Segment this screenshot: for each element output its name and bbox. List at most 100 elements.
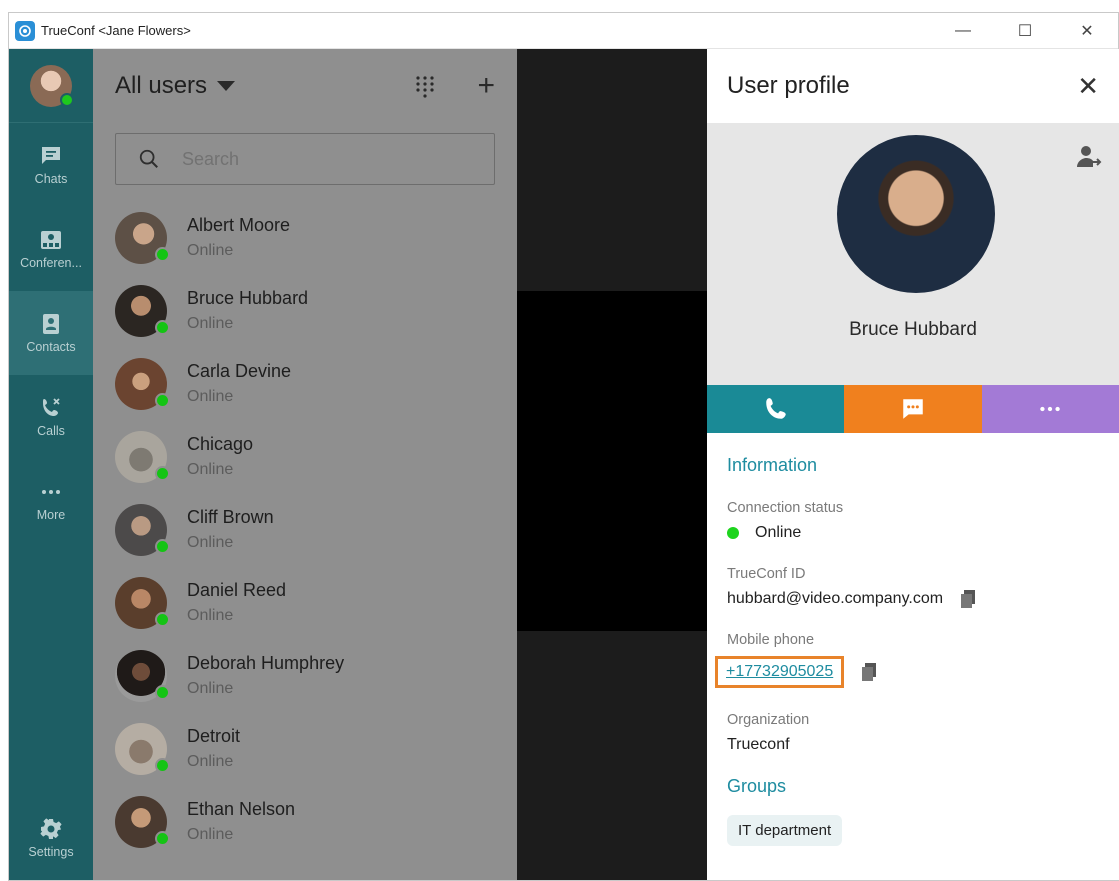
message-icon: [903, 399, 923, 419]
avatar: [115, 649, 170, 702]
search-icon: [139, 149, 158, 168]
online-status-dot: [155, 319, 170, 335]
avatar: [115, 284, 170, 337]
avatar: [115, 722, 170, 775]
contact-name: Deborah Humphrey: [187, 653, 345, 673]
avatar: [115, 576, 170, 629]
online-status-dot: [155, 392, 170, 408]
online-status-dot: [727, 527, 739, 539]
contact-status: Online: [187, 753, 234, 770]
nav-conferences[interactable]: Conferen...: [9, 207, 93, 291]
avatar: [115, 503, 170, 556]
nav-contacts[interactable]: Contacts: [9, 291, 93, 375]
mobile-phone-highlight: +17732905025: [715, 656, 845, 688]
online-status-dot: [155, 684, 170, 700]
avatar: [115, 211, 170, 264]
contact-row-bruce-hubbard[interactable]: Bruce Hubbard Online: [93, 274, 517, 347]
online-status-dot: [155, 538, 170, 554]
search-input[interactable]: [182, 148, 442, 170]
my-avatar[interactable]: [9, 49, 93, 123]
users-filter-dropdown[interactable]: All users: [115, 72, 207, 100]
contact-status: Online: [187, 680, 234, 697]
nav-chats-label: Chats: [34, 172, 68, 186]
contacts-icon: [43, 314, 59, 334]
nav-conferences-label: Conferen...: [20, 256, 82, 270]
mobile-phone-link[interactable]: +17732905025: [726, 663, 833, 680]
contact-name: Ethan Nelson: [187, 799, 296, 819]
add-contact-button[interactable]: +: [477, 71, 495, 101]
contact-name: Bruce Hubbard: [187, 288, 309, 308]
calls-icon: [43, 398, 60, 416]
contact-row-carla-devine[interactable]: Carla Devine Online: [93, 347, 517, 420]
copy-icon[interactable]: [961, 590, 977, 608]
contact-row-daniel-reed[interactable]: Daniel Reed Online: [93, 566, 517, 639]
video-area: [517, 291, 707, 631]
connection-status-label: Connection status: [727, 500, 844, 516]
connection-status-value: Online: [755, 524, 802, 541]
contact-name: Carla Devine: [187, 361, 292, 381]
online-status-dot: [155, 830, 170, 846]
contact-row-deborah-humphrey[interactable]: Deborah Humphrey Online: [93, 639, 517, 712]
share-contact-icon[interactable]: [1075, 143, 1103, 171]
nav-settings-label: Settings: [28, 845, 74, 859]
more-icon: [42, 490, 60, 494]
nav-calls-label: Calls: [37, 424, 65, 438]
contact-row-detroit[interactable]: Detroit Online: [93, 712, 517, 785]
online-status-dot: [155, 611, 170, 627]
dialpad-icon[interactable]: [413, 74, 437, 98]
close-window-button[interactable]: ✕: [1056, 13, 1118, 49]
ellipsis-icon: [1040, 406, 1061, 412]
organization-label: Organization: [727, 712, 810, 728]
nav-more[interactable]: More: [9, 459, 93, 543]
profile-name: Bruce Hubbard: [849, 319, 977, 340]
groups-heading: Groups: [727, 776, 787, 796]
avatar: [115, 357, 170, 410]
user-profile-panel: User profile ✕ Bruce Hubbard Information…: [707, 49, 1119, 880]
nav-settings[interactable]: Settings: [9, 796, 93, 880]
online-status-dot: [155, 246, 170, 262]
contact-status: Online: [187, 242, 234, 259]
contact-name: Cliff Brown: [187, 507, 274, 527]
online-status-dot: [155, 465, 170, 481]
online-status-dot: [155, 757, 170, 773]
contact-name: Chicago: [187, 434, 254, 454]
organization-value: Trueconf: [727, 736, 790, 753]
contact-list: Albert Moore Online Bruce Hubbard Online C…: [93, 201, 517, 858]
profile-actions: [707, 385, 1119, 433]
contact-name: Detroit: [187, 726, 241, 746]
chat-icon: [42, 147, 60, 164]
online-status-dot: [60, 92, 74, 107]
contact-name: Albert Moore: [187, 215, 291, 235]
search-box[interactable]: [115, 133, 495, 185]
contact-row-ethan-nelson[interactable]: Ethan Nelson Online: [93, 785, 517, 858]
contact-row-chicago[interactable]: Chicago Online: [93, 420, 517, 493]
contact-status: Online: [187, 534, 234, 551]
nav-calls[interactable]: Calls: [9, 375, 93, 459]
copy-icon[interactable]: [862, 663, 878, 681]
nav-chats[interactable]: Chats: [9, 123, 93, 207]
contact-row-cliff-brown[interactable]: Cliff Brown Online: [93, 493, 517, 566]
contact-name: Daniel Reed: [187, 580, 287, 600]
phone-icon: [765, 398, 786, 419]
minimize-button[interactable]: —: [932, 13, 994, 49]
more-actions-button[interactable]: [981, 385, 1119, 433]
profile-title: User profile: [727, 72, 850, 99]
contact-row-albert-moore[interactable]: Albert Moore Online: [93, 201, 517, 274]
title-bar: TrueConf <Jane Flowers> — ☐ ✕: [9, 13, 1118, 49]
chat-button[interactable]: [844, 385, 982, 433]
close-profile-button[interactable]: ✕: [1077, 71, 1099, 102]
gear-icon: [40, 818, 62, 839]
contacts-panel: All users + Albert MooreOnline Bruce Hu: [93, 49, 517, 880]
window-title: TrueConf <Jane Flowers>: [41, 23, 191, 38]
group-chip[interactable]: IT department: [727, 815, 843, 846]
avatar: [115, 795, 170, 848]
chevron-down-icon[interactable]: [217, 81, 236, 91]
call-button[interactable]: [707, 385, 845, 433]
avatar: [115, 430, 170, 483]
nav-more-label: More: [36, 508, 66, 522]
contact-status: Online: [187, 607, 234, 624]
nav-rail: Chats Conferen... Contacts Calls More Se…: [9, 49, 93, 880]
profile-banner: Bruce Hubbard: [707, 123, 1119, 385]
conference-icon: [41, 231, 61, 249]
maximize-button[interactable]: ☐: [994, 13, 1056, 49]
